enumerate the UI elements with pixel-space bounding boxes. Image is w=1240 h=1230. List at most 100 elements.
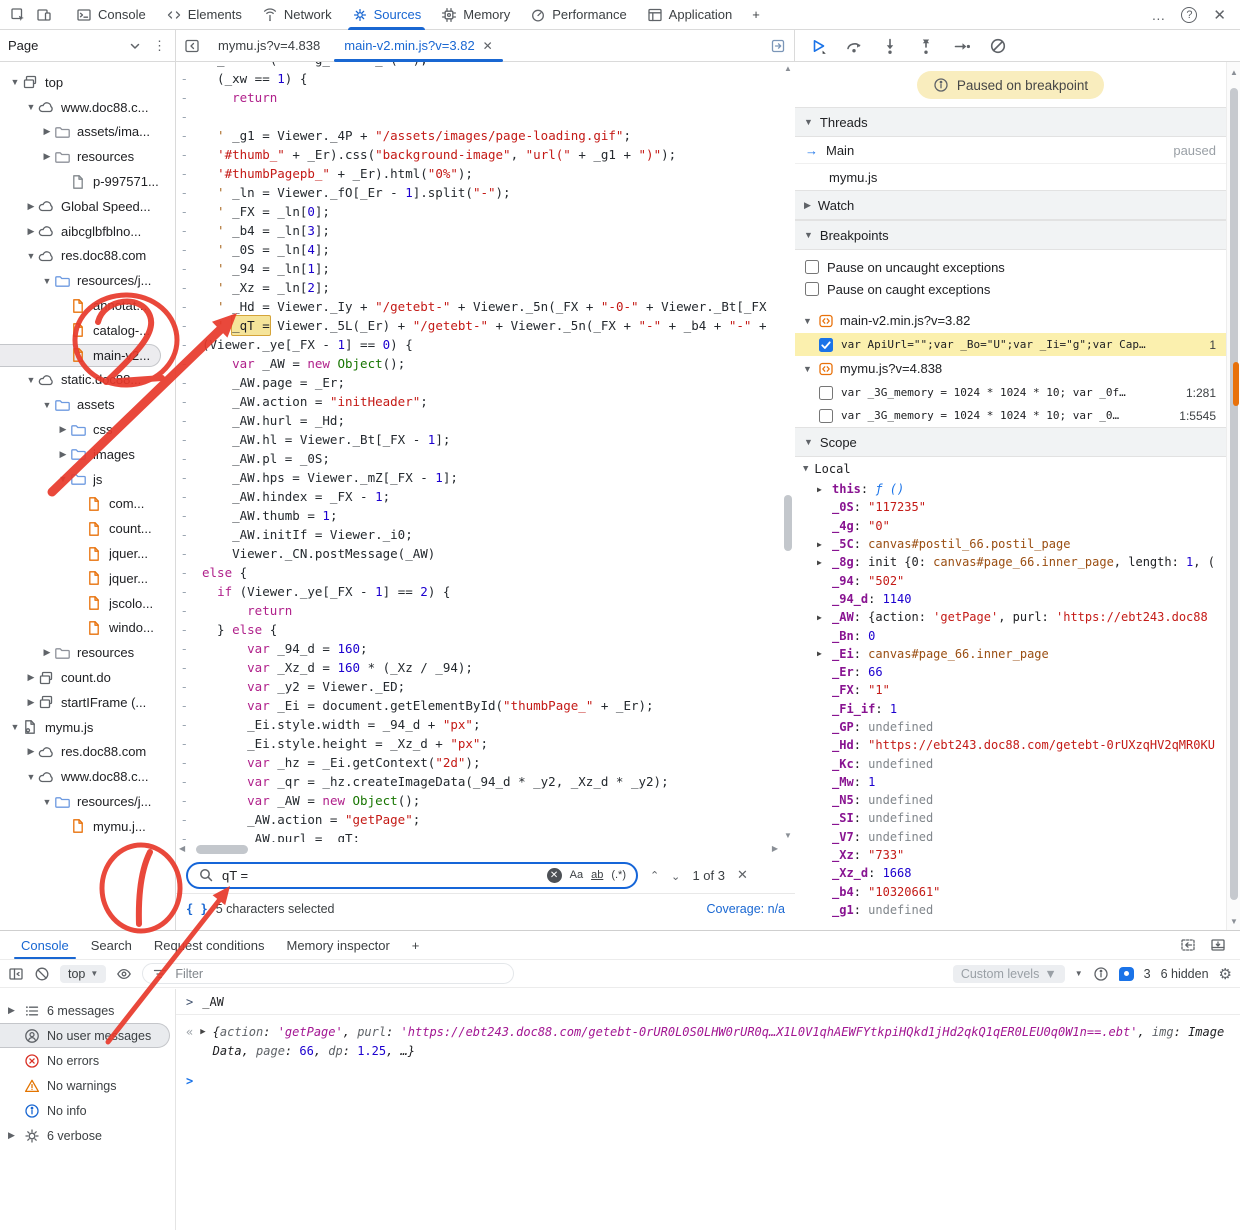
tree-item[interactable]: ▼assets	[0, 392, 175, 417]
console-filter-item[interactable]: No warnings	[0, 1073, 175, 1098]
scope-variable[interactable]: _g1: undefined	[795, 901, 1226, 919]
editor-vertical-scrollbar[interactable]: ▲ ▼	[781, 62, 795, 842]
source-code[interactable]: - _ ( g_ = _ ("");- (_xw == 1) {- return…	[176, 62, 781, 842]
code-line[interactable]: - (_xw == 1) {	[176, 69, 781, 88]
code-line[interactable]: - _AW.initIf = Viewer._i0;	[176, 525, 781, 544]
scope-variable[interactable]: _b4: "10320661"	[795, 883, 1226, 901]
chevron-down-icon[interactable]: ▼	[8, 722, 22, 732]
chevron-down-icon[interactable]: ▼	[24, 772, 38, 782]
close-tab-icon[interactable]: ✕	[483, 39, 493, 53]
step-into-button[interactable]	[881, 37, 899, 55]
coverage-link[interactable]: Coverage: n/a	[706, 902, 785, 916]
code-line[interactable]: - '#thumb_" + _Er).css("background-image…	[176, 145, 781, 164]
checkbox-unchecked[interactable]	[805, 282, 819, 296]
inspect-element-icon[interactable]	[10, 7, 26, 23]
code-line[interactable]: -	[176, 107, 781, 126]
chevron-right-icon[interactable]: ▶	[56, 424, 70, 435]
code-line[interactable]: - _Ei.style.height = _Xz_d + "px";	[176, 734, 781, 753]
panel-tab-console[interactable]: Console	[66, 0, 156, 30]
add-panel-tab[interactable]: +	[742, 0, 770, 30]
scope-variable[interactable]: _Bn: 0	[795, 626, 1226, 644]
code-line[interactable]: - ' _Hd = Viewer._Iy + "/getebt-" + View…	[176, 297, 781, 316]
log-levels-dropdown[interactable]: Custom levels ▼	[953, 965, 1065, 983]
drawer-tab-+[interactable]: +	[401, 931, 431, 959]
tree-item[interactable]: mymu.j...	[0, 814, 175, 839]
code-line[interactable]: - ' _b4 = _ln[3];	[176, 221, 781, 240]
scroll-right-icon[interactable]: ▶	[772, 844, 778, 853]
code-line[interactable]: - _AW.hps = Viewer._mZ[_FX - 1];	[176, 468, 781, 487]
breakpoint-entry[interactable]: var ApiUrl="";var _Bo="U";var _Ii="g";va…	[795, 333, 1226, 356]
tree-item[interactable]: ▼resources/j...	[0, 268, 175, 293]
device-toolbar-icon[interactable]	[36, 7, 52, 23]
checkbox-unchecked[interactable]	[805, 260, 819, 274]
console-filter-item[interactable]: ▶6 messages	[0, 998, 175, 1023]
chevron-down-icon[interactable]: ▼	[40, 276, 54, 286]
resume-script-button[interactable]	[809, 37, 827, 55]
clear-console-icon[interactable]	[34, 966, 50, 982]
chevron-right-icon[interactable]: ▶	[6, 1130, 17, 1141]
step-out-button[interactable]	[917, 37, 935, 55]
chevron-down-icon[interactable]: ▼	[24, 375, 38, 385]
breakpoint-file-group[interactable]: ▼mymu.js?v=4.838	[795, 356, 1226, 381]
scope-variable[interactable]: _4g: "0"	[795, 517, 1226, 535]
search-query[interactable]: qT =	[222, 868, 539, 883]
checkbox-unchecked[interactable]	[819, 409, 833, 423]
code-line[interactable]: - return	[176, 601, 781, 620]
match-case-button[interactable]: Aa	[570, 869, 583, 881]
code-line[interactable]: - ' _0S = _ln[4];	[176, 240, 781, 259]
checkbox-unchecked[interactable]	[819, 386, 833, 400]
panel-tab-performance[interactable]: Performance	[520, 0, 636, 30]
issues-count[interactable]: 3	[1144, 967, 1151, 981]
pretty-print-icon[interactable]: { }	[186, 902, 208, 916]
drawer-tab-memory-inspector[interactable]: Memory inspector	[275, 931, 400, 959]
chevron-right-icon[interactable]: ▶	[817, 558, 832, 567]
open-resource-icon[interactable]	[770, 38, 786, 54]
scroll-up-icon[interactable]: ▲	[1229, 68, 1239, 77]
help-icon[interactable]: ?	[1181, 7, 1197, 23]
close-search-icon[interactable]: ✕	[737, 867, 748, 883]
thread-item[interactable]: mymu.js	[795, 164, 1226, 190]
tree-item[interactable]: ▶resources	[0, 640, 175, 665]
clear-search-icon[interactable]: ✕	[547, 868, 562, 883]
chevron-right-icon[interactable]: ▶	[24, 697, 38, 708]
expand-object-icon[interactable]: ▶	[200, 1023, 205, 1060]
editor-tab[interactable]: mymu.js?v=4.838	[206, 30, 332, 62]
scope-section-header[interactable]: ▼ Scope	[795, 427, 1226, 457]
console-filter-item[interactable]: No info	[0, 1098, 175, 1123]
chevron-down-icon[interactable]: ▼	[40, 797, 54, 807]
chevron-right-icon[interactable]: ▶	[817, 485, 832, 494]
dock-panel-icon[interactable]	[1180, 937, 1196, 953]
deactivate-breakpoints-button[interactable]	[989, 37, 1007, 55]
tree-item[interactable]: ▶startIFrame (...	[0, 690, 175, 715]
scope-variable[interactable]: ▶_8g: init {0: canvas#page_66.inner_page…	[795, 553, 1226, 571]
scope-variable[interactable]: _SI: undefined	[795, 809, 1226, 827]
scope-local-row[interactable]: ▼ Local	[795, 457, 1226, 480]
tree-item[interactable]: catalog-...	[0, 318, 175, 343]
scrollbar-thumb[interactable]	[1230, 88, 1238, 900]
code-line[interactable]: - var _Ei = document.getElementById("thu…	[176, 696, 781, 715]
chevron-right-icon[interactable]: ▶	[817, 540, 832, 549]
chevron-right-icon[interactable]: ▶	[24, 672, 38, 683]
chevron-right-icon[interactable]: ▶	[817, 613, 832, 622]
code-line[interactable]: - _AW.action = "initHeader";	[176, 392, 781, 411]
code-line[interactable]: - var _hz = _Ei.getContext("2d");	[176, 753, 781, 772]
console-filter-item[interactable]: ▶6 verbose	[0, 1123, 175, 1148]
chevron-right-icon[interactable]: ▶	[40, 647, 54, 658]
code-line[interactable]: - ' _qT = Viewer._5L(_Er) + "/getebt-" +…	[176, 316, 781, 335]
tree-item[interactable]: ▼res.doc88.com	[0, 244, 175, 269]
panel-tab-sources[interactable]: Sources	[342, 0, 432, 30]
navigator-more-icon[interactable]: ⋮	[153, 38, 167, 54]
chevron-right-icon[interactable]: ▶	[6, 1005, 17, 1016]
threads-section-header[interactable]: ▼ Threads	[795, 107, 1226, 137]
tree-item[interactable]: ▶resources	[0, 144, 175, 169]
editor-tab[interactable]: main-v2.min.js?v=3.82✕	[332, 30, 504, 62]
code-line[interactable]: - _AW.hurl = _Hd;	[176, 411, 781, 430]
scope-variable[interactable]: ▶_Ei: canvas#page_66.inner_page	[795, 645, 1226, 663]
panel-vertical-scrollbar[interactable]: ▲ ▼	[1226, 62, 1240, 930]
code-line[interactable]: - _AW.action = "getPage";	[176, 810, 781, 829]
issues-icon[interactable]	[1119, 967, 1134, 981]
code-line[interactable]: - _AW.page = _Er;	[176, 373, 781, 392]
code-line[interactable]: - ' _94 = _ln[1];	[176, 259, 781, 278]
console-prompt[interactable]: >	[176, 1066, 1240, 1096]
console-settings-gear-icon[interactable]: ⚙	[1219, 965, 1232, 983]
